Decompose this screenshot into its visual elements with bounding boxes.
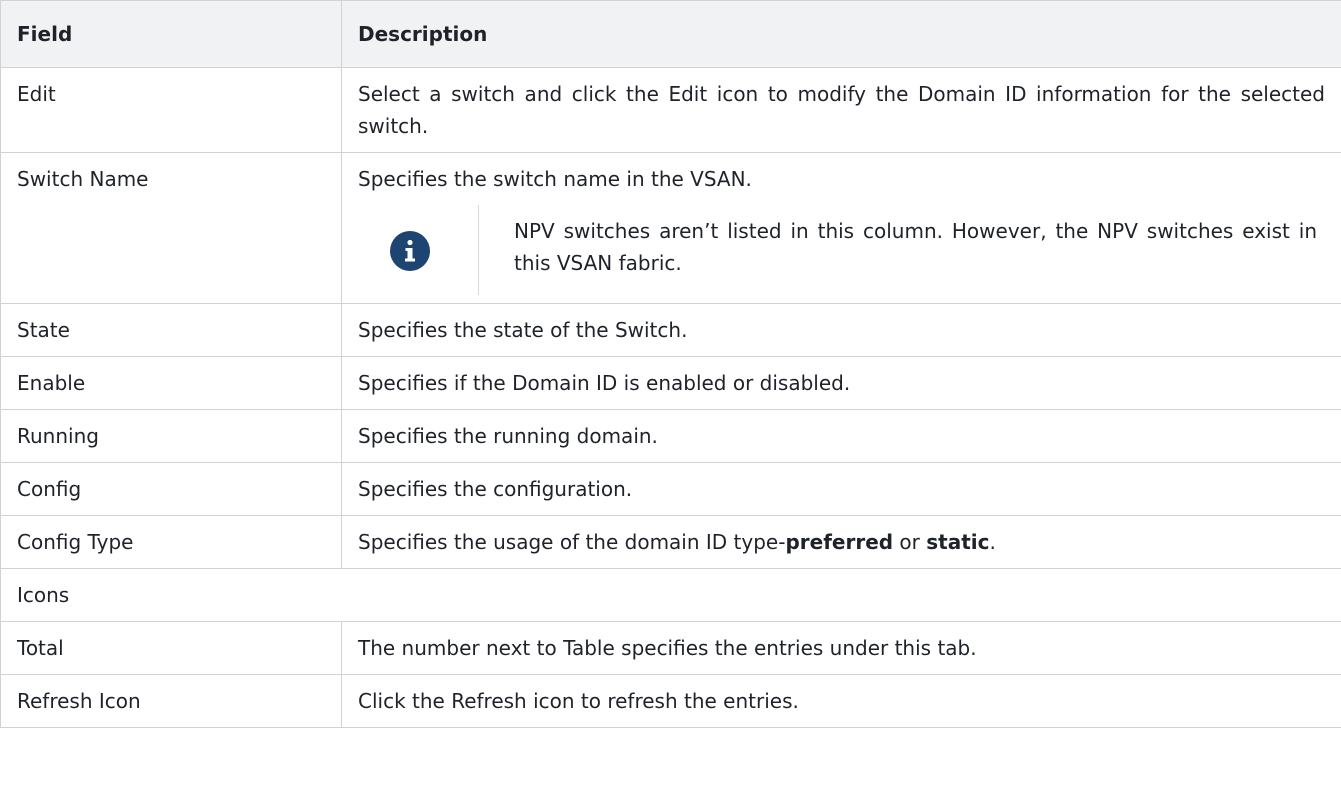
table-row: State Specifies the state of the Switch. [0,303,1341,357]
description-cell: Select a switch and click the Edit icon … [341,67,1341,153]
description-text: Specifies the usage of the domain ID typ… [358,530,786,554]
field-cell: Enable [0,356,342,410]
table-header-row: Field Description [0,0,1341,68]
field-cell: Total [0,621,342,675]
table-row: Enable Specifies if the Domain ID is ena… [0,356,1341,410]
section-heading-icons: Icons [0,568,1341,622]
description-text: . [989,530,996,554]
field-cell: State [0,303,342,357]
term-static: static [926,530,990,554]
field-cell: Config Type [0,515,342,569]
column-header-field: Field [0,0,342,68]
table-row: Switch Name Specifies the switch name in… [0,152,1341,304]
description-cell: Specifies the switch name in the VSAN. N… [341,152,1341,304]
description-cell: Specifies the usage of the domain ID typ… [341,515,1341,569]
field-cell: Edit [0,67,342,153]
section-row: Icons [0,568,1341,622]
table-row: Running Specifies the running domain. [0,409,1341,463]
description-cell: The number next to Table specifies the e… [341,621,1341,675]
note-text: NPV switches aren’t listed in this colum… [514,219,1317,275]
description-cell: Specifies the running domain. [341,409,1341,463]
table-row: Config Type Specifies the usage of the d… [0,515,1341,569]
description-text: or [893,530,927,554]
term-preferred: preferred [785,530,894,554]
field-description-table: Field Description Edit Select a switch a… [0,0,1341,728]
note-callout: NPV switches aren’t listed in this colum… [358,205,1325,295]
description-cell: Specifies the configuration. [341,462,1341,516]
note-divider [478,205,479,295]
field-cell: Running [0,409,342,463]
description-cell: Specifies if the Domain ID is enabled or… [341,356,1341,410]
table-row: Total The number next to Table specifies… [0,621,1341,675]
table-row: Config Specifies the configuration. [0,462,1341,516]
info-icon [390,231,430,271]
description-cell: Click the Refresh icon to refresh the en… [341,674,1341,728]
field-cell: Config [0,462,342,516]
field-cell: Switch Name [0,152,342,304]
table-row: Refresh Icon Click the Refresh icon to r… [0,674,1341,728]
field-cell: Refresh Icon [0,674,342,728]
description-text: Specifies the switch name in the VSAN. [358,167,752,191]
column-header-description: Description [341,0,1341,68]
table-row: Edit Select a switch and click the Edit … [0,67,1341,153]
description-cell: Specifies the state of the Switch. [341,303,1341,357]
